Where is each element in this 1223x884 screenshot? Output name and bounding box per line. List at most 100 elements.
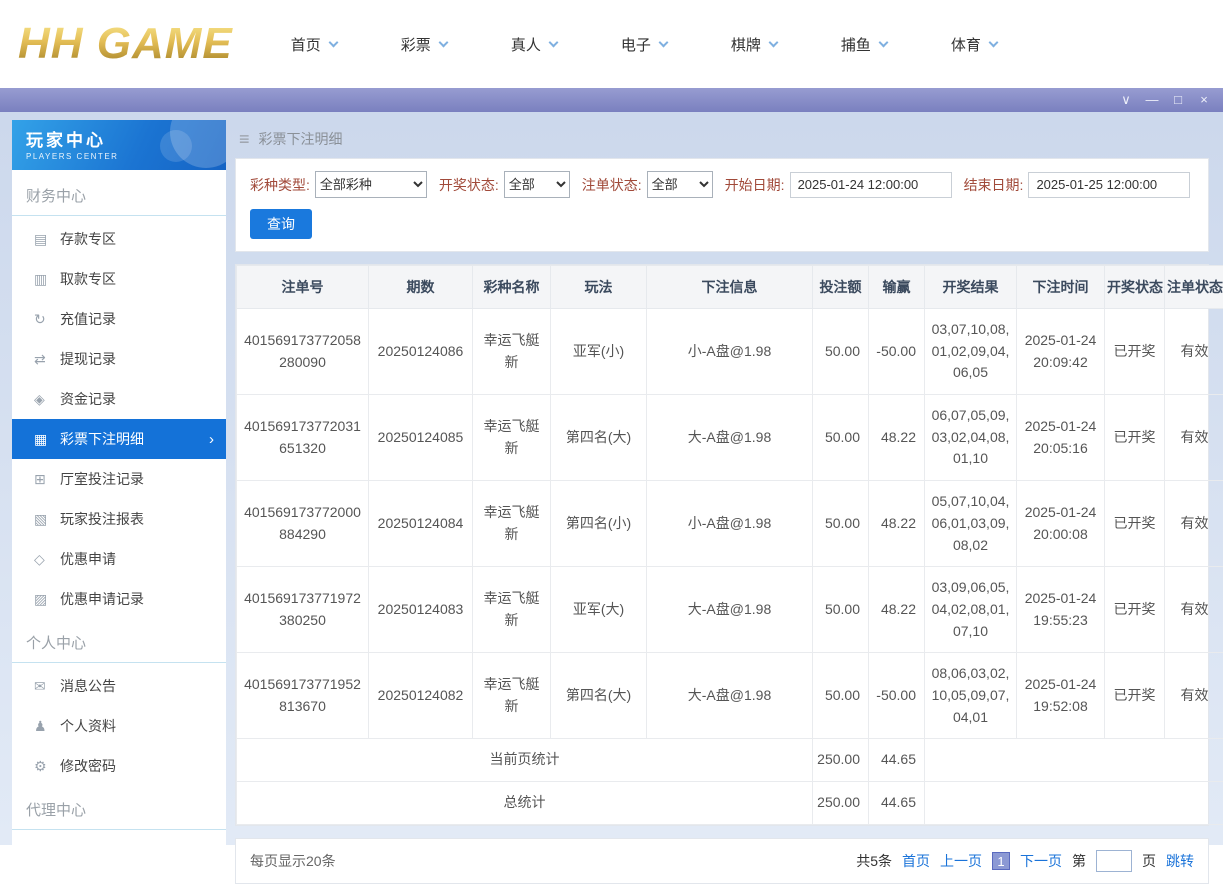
table-row: 40156917377197238025020250124083幸运飞艇新亚军(… <box>237 567 1223 653</box>
start-date-input[interactable] <box>790 172 952 198</box>
prev-page-link[interactable]: 上一页 <box>940 851 982 871</box>
chevron-down-icon <box>658 37 668 47</box>
hh-game-logo: HH GAME <box>18 19 233 69</box>
collapse-icon[interactable]: ∨ <box>1113 88 1139 112</box>
summary-bet-total: 250.00 <box>813 782 869 825</box>
sidebar-item[interactable]: ◈资金记录 <box>12 379 226 419</box>
cell-win-loss: 48.22 <box>869 481 925 567</box>
sidebar-item[interactable]: ✉消息公告 <box>12 666 226 706</box>
sidebar-item[interactable]: ↻充值记录 <box>12 299 226 339</box>
draw-status-select[interactable]: 全部 <box>504 171 570 198</box>
sidebar-item-label: 优惠申请 <box>60 549 116 569</box>
cell-bet-amount: 50.00 <box>813 395 869 481</box>
jump-button[interactable]: 跳转 <box>1166 851 1194 871</box>
menu-toggle-icon[interactable]: ≡ <box>239 129 250 150</box>
sidebar-header: 玩家中心 PLAYERS CENTER <box>12 120 226 170</box>
cell-bet-info: 大-A盘@1.98 <box>647 567 813 653</box>
cell-lottery-name: 幸运飞艇新 <box>473 395 551 481</box>
cell-lottery-name: 幸运飞艇新 <box>473 481 551 567</box>
column-header-play-type: 玩法 <box>551 266 647 309</box>
sidebar-menu: 财务中心▤存款专区▥取款专区↻充值记录⇄提现记录◈资金记录▦彩票下注明细›⊞厅室… <box>12 170 226 845</box>
close-icon[interactable]: × <box>1191 88 1217 112</box>
summary-row: 当前页统计250.0044.65 <box>237 739 1223 782</box>
table-row: 40156917377203165132020250124085幸运飞艇新第四名… <box>237 395 1223 481</box>
cell-bet-time: 2025-01-24 19:52:08 <box>1017 653 1105 739</box>
cell-bet-info: 大-A盘@1.98 <box>647 395 813 481</box>
cell-bet-time: 2025-01-24 20:09:42 <box>1017 309 1105 395</box>
top-navigation-bar: HH GAME 首页 彩票 真人 电子 棋牌 捕鱼 体育 <box>0 0 1223 88</box>
jump-prefix-label: 第 <box>1072 851 1086 871</box>
sidebar-item[interactable]: ⇄提现记录 <box>12 339 226 379</box>
cell-play-type: 第四名(大) <box>551 653 647 739</box>
end-date-input[interactable] <box>1028 172 1190 198</box>
cell-win-loss: 48.22 <box>869 567 925 653</box>
cell-bet-status: 有效 <box>1165 309 1223 395</box>
lottery-type-label: 彩种类型: <box>250 175 310 195</box>
draw-status-label: 开奖状态: <box>439 175 499 195</box>
sidebar-section-label: 个人中心 <box>12 619 226 663</box>
lottery-type-select[interactable]: 全部彩种 <box>315 171 427 198</box>
sidebar-item-label: 优惠申请记录 <box>60 589 144 609</box>
nav-item[interactable]: 彩票 <box>401 34 447 55</box>
bet-table: 注单号期数彩种名称玩法下注信息投注额输赢开奖结果下注时间开奖状态注单状态 401… <box>236 265 1223 825</box>
deposit-icon: ▤ <box>34 231 60 248</box>
sidebar-item-label: 厅室投注记录 <box>60 469 144 489</box>
nav-item-label: 真人 <box>511 34 541 55</box>
first-page-link[interactable]: 首页 <box>902 851 930 871</box>
chevron-down-icon <box>768 37 778 47</box>
nav-item[interactable]: 电子 <box>621 34 667 55</box>
sidebar-item-label: 取款专区 <box>60 269 116 289</box>
nav-item-label: 彩票 <box>401 34 431 55</box>
sidebar-item[interactable]: ▤存款专区 <box>12 219 226 259</box>
sidebar-item[interactable]: ▦彩票下注明细› <box>12 419 226 459</box>
cell-bet-info: 小-A盘@1.98 <box>647 309 813 395</box>
maximize-icon[interactable]: □ <box>1165 88 1191 112</box>
cell-bet-id: 401569173771952813670 <box>237 653 369 739</box>
main-content: ≡ 彩票下注明细 彩种类型: 全部彩种 开奖状态: 全部 注单状态: 全部 开始… <box>235 120 1209 845</box>
summary-empty <box>925 782 1223 825</box>
summary-row: 总统计250.0044.65 <box>237 782 1223 825</box>
table-header-row: 注单号期数彩种名称玩法下注信息投注额输赢开奖结果下注时间开奖状态注单状态 <box>237 266 1223 309</box>
chevron-down-icon <box>988 37 998 47</box>
cell-win-loss: -50.00 <box>869 653 925 739</box>
nav-item[interactable]: 真人 <box>511 34 557 55</box>
cell-bet-status: 有效 <box>1165 395 1223 481</box>
sidebar: 玩家中心 PLAYERS CENTER 财务中心▤存款专区▥取款专区↻充值记录⇄… <box>12 120 226 845</box>
nav-item[interactable]: 捕鱼 <box>841 34 887 55</box>
sidebar-item-label: 消息公告 <box>60 676 116 696</box>
nav-item-label: 电子 <box>621 34 651 55</box>
table-row: 40156917377205828009020250124086幸运飞艇新亚军(… <box>237 309 1223 395</box>
cell-draw-result: 03,09,06,05,04,02,08,01,07,10 <box>925 567 1017 653</box>
sidebar-item-label: 充值记录 <box>60 309 116 329</box>
column-header-draw-result: 开奖结果 <box>925 266 1017 309</box>
cell-play-type: 亚军(大) <box>551 567 647 653</box>
search-button[interactable]: 查询 <box>250 209 312 239</box>
cell-issue-number: 20250124085 <box>369 395 473 481</box>
column-header-bet-id: 注单号 <box>237 266 369 309</box>
window-controls: ∨—□× <box>1113 88 1217 112</box>
nav-item[interactable]: 棋牌 <box>731 34 777 55</box>
cell-lottery-name: 幸运飞艇新 <box>473 567 551 653</box>
sidebar-item[interactable]: ⊞厅室投注记录 <box>12 459 226 499</box>
cell-bet-amount: 50.00 <box>813 481 869 567</box>
page-jump-input[interactable] <box>1096 850 1132 872</box>
sidebar-item[interactable]: ⚙修改密码 <box>12 746 226 786</box>
table-body: 40156917377205828009020250124086幸运飞艇新亚军(… <box>237 309 1223 825</box>
sidebar-item[interactable]: ▥取款专区 <box>12 259 226 299</box>
sidebar-item[interactable]: ♟个人资料 <box>12 706 226 746</box>
next-page-link[interactable]: 下一页 <box>1020 851 1062 871</box>
bet-status-select[interactable]: 全部 <box>647 171 713 198</box>
cell-draw-result: 05,07,10,04,06,01,03,09,08,02 <box>925 481 1017 567</box>
sidebar-item[interactable]: ▧玩家投注报表 <box>12 499 226 539</box>
cell-issue-number: 20250124082 <box>369 653 473 739</box>
cell-lottery-name: 幸运飞艇新 <box>473 309 551 395</box>
sidebar-item[interactable]: ▨优惠申请记录 <box>12 579 226 619</box>
cell-draw-status: 已开奖 <box>1105 395 1165 481</box>
sidebar-item[interactable]: ◇优惠申请 <box>12 539 226 579</box>
cell-lottery-name: 幸运飞艇新 <box>473 653 551 739</box>
nav-item[interactable]: 体育 <box>951 34 997 55</box>
minimize-icon[interactable]: — <box>1139 88 1165 112</box>
cell-bet-id: 401569173772031651320 <box>237 395 369 481</box>
nav-item[interactable]: 首页 <box>291 34 337 55</box>
chevron-down-icon <box>878 37 888 47</box>
